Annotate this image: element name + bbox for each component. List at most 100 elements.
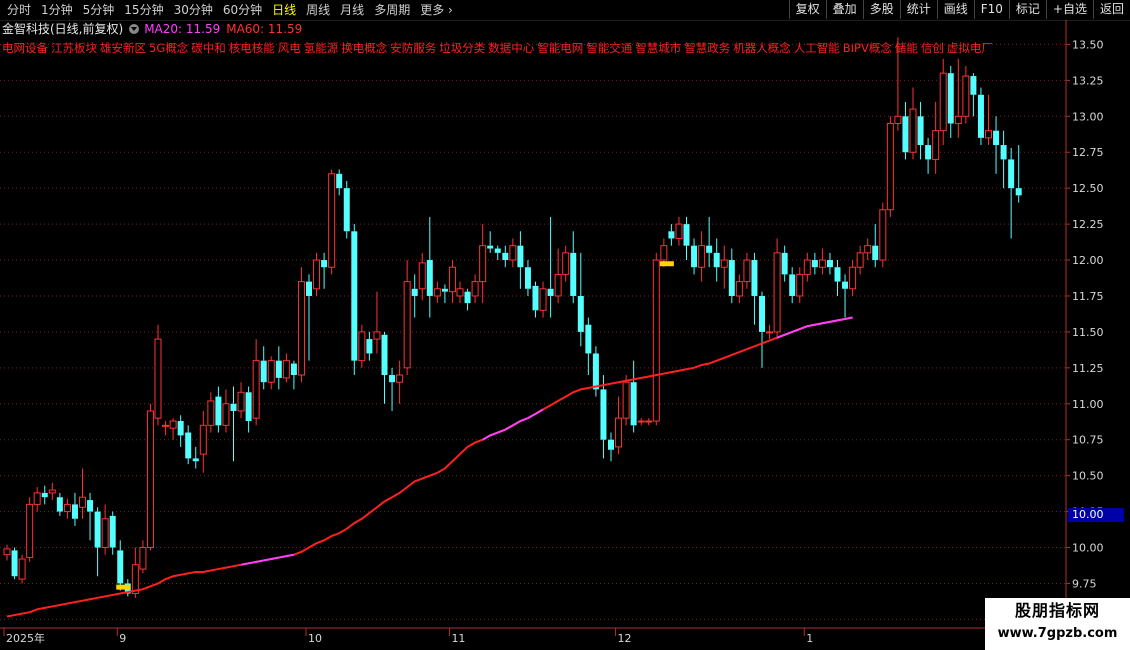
candle xyxy=(252,339,260,426)
candle-body xyxy=(11,550,18,577)
candle-body xyxy=(464,291,471,304)
candle xyxy=(751,252,758,325)
candle xyxy=(713,238,720,282)
candle xyxy=(539,281,547,318)
candle xyxy=(358,324,366,368)
signal-marker xyxy=(116,584,131,590)
candle-body xyxy=(637,420,645,423)
y-tick-label: 11.25 xyxy=(1072,362,1104,375)
candle-body xyxy=(275,360,282,378)
candle-body xyxy=(962,75,970,117)
candle-body xyxy=(759,295,765,332)
candle-body xyxy=(260,360,267,383)
candle xyxy=(494,245,501,261)
y-tick-label: 13.50 xyxy=(1072,38,1104,51)
candle-body xyxy=(630,382,637,426)
candle-body xyxy=(539,288,547,311)
candle xyxy=(207,392,215,433)
y-tick-label: 11.75 xyxy=(1072,290,1104,303)
candle xyxy=(199,410,207,473)
candle xyxy=(321,252,328,289)
candle-body xyxy=(487,245,494,249)
candle-body xyxy=(600,389,607,440)
candle-body xyxy=(494,248,501,253)
candle-body xyxy=(169,420,177,429)
candle-body xyxy=(26,503,34,559)
candle xyxy=(411,274,418,318)
y-tick-label: 12.50 xyxy=(1072,182,1104,195)
candle-body xyxy=(207,400,215,426)
candle-body xyxy=(162,424,170,427)
candle-body xyxy=(706,245,713,253)
candle-body xyxy=(336,173,343,189)
candle xyxy=(456,281,464,304)
candle xyxy=(94,507,101,577)
candle xyxy=(101,504,109,555)
x-tick-label: 11 xyxy=(451,632,465,645)
candle-body xyxy=(297,281,305,376)
candle xyxy=(909,87,917,160)
candle xyxy=(947,65,954,138)
candle xyxy=(328,169,336,275)
candle-body xyxy=(834,267,841,282)
candle-body xyxy=(245,392,252,422)
candle-body xyxy=(471,281,479,297)
candle xyxy=(366,331,373,361)
candle xyxy=(706,216,713,268)
candle xyxy=(789,267,796,304)
candle-body xyxy=(547,288,554,296)
candle xyxy=(87,492,94,541)
candle xyxy=(547,216,554,318)
candle xyxy=(448,260,456,304)
candle-body xyxy=(396,374,404,383)
candle xyxy=(396,360,404,404)
candle xyxy=(517,231,524,289)
candle-body xyxy=(56,497,63,512)
candle-body xyxy=(3,548,11,556)
candle-body xyxy=(849,266,857,290)
candle-body xyxy=(403,281,411,369)
candle-body xyxy=(1008,159,1015,189)
candle xyxy=(803,252,811,282)
candle xyxy=(608,432,614,462)
candle xyxy=(343,180,350,239)
candle xyxy=(811,252,818,275)
candle-body xyxy=(222,403,230,426)
candle-body xyxy=(781,252,788,275)
candle xyxy=(954,58,962,138)
candle-body xyxy=(87,500,94,512)
candle xyxy=(1015,145,1022,203)
candle-body xyxy=(18,558,26,580)
candle-body xyxy=(698,245,706,268)
candlestick-chart[interactable]: 13.50 13.25 13.00 12.75 12.50 12.25 12.00 11.75… xyxy=(0,0,1130,650)
x-tick-label: 9 xyxy=(119,632,126,645)
candle-body xyxy=(894,115,902,124)
candle xyxy=(306,274,312,361)
candle-body xyxy=(864,245,872,254)
x-tick-label: 10 xyxy=(308,632,322,645)
y-tick-label: 9.75 xyxy=(1072,577,1097,590)
candle xyxy=(993,116,1000,174)
candle-body xyxy=(585,324,592,354)
candle-body xyxy=(509,245,517,261)
candle-body xyxy=(199,424,207,455)
candle-body xyxy=(101,518,109,549)
candle-body xyxy=(751,260,758,296)
candle-body xyxy=(570,252,577,296)
candle-body xyxy=(343,188,350,232)
candle-body xyxy=(517,245,524,268)
candle-body xyxy=(373,331,381,340)
candle xyxy=(917,101,924,160)
candle-body xyxy=(720,259,728,268)
candle xyxy=(275,346,282,390)
candle xyxy=(237,382,245,419)
candle-body xyxy=(230,403,237,411)
candle-body xyxy=(818,259,826,268)
candle-body xyxy=(282,360,290,379)
candle xyxy=(652,252,660,426)
candle xyxy=(267,356,275,390)
candle xyxy=(464,288,471,311)
candle xyxy=(509,238,517,268)
candle-body xyxy=(524,267,531,289)
y-tick-label: 13.00 xyxy=(1072,110,1104,123)
